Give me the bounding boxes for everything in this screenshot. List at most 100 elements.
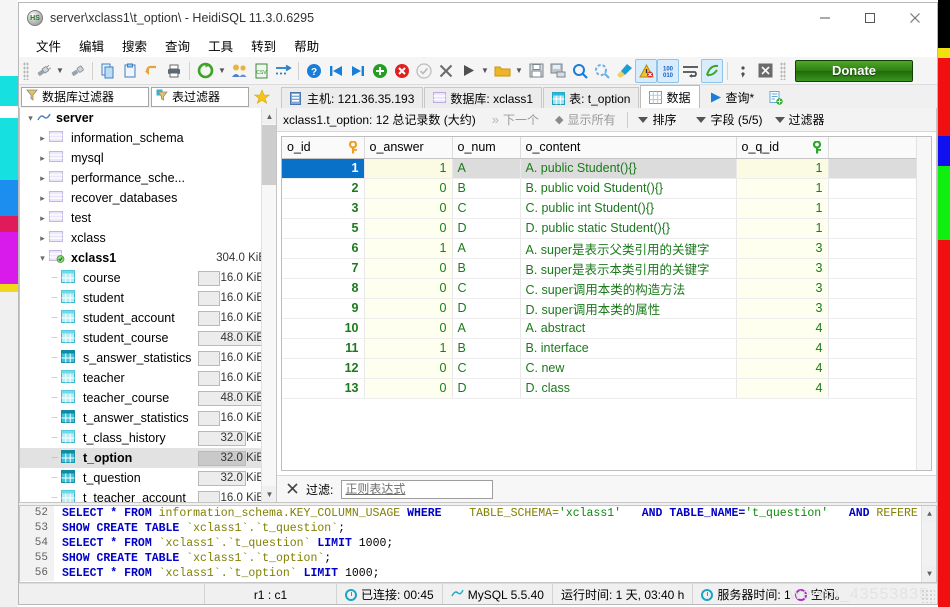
chevron-down-icon[interactable]: ▾ — [24, 113, 37, 124]
tree-item-performance_sche[interactable]: ▸ performance_sche... — [20, 168, 276, 188]
close-filter-icon[interactable] — [287, 482, 298, 497]
cell-o_answer[interactable]: 0 — [364, 258, 453, 279]
cell-o_content[interactable]: B. super是表示本类引用的关键字 — [520, 258, 737, 279]
column-header-o_q_id[interactable]: o_q_id — [736, 137, 829, 159]
tree-item-recover_databases[interactable]: ▸ recover_databases — [20, 188, 276, 208]
import-csv-icon[interactable]: CSV — [250, 59, 272, 83]
tab-data[interactable]: 数据 — [640, 85, 700, 108]
menu-help[interactable]: 帮助 — [285, 34, 328, 57]
execute-query-icon[interactable] — [457, 59, 479, 83]
cell-o_q_id[interactable]: 1 — [736, 218, 829, 239]
cell-o_id[interactable]: 9 — [282, 298, 365, 319]
undo-icon[interactable] — [141, 59, 163, 83]
table-row[interactable]: 1 1 A A. public Student(){} 1 — [282, 158, 931, 179]
table-row[interactable]: 7 0 B B. super是表示本类引用的关键字 3 — [282, 258, 931, 279]
cell-o_answer[interactable]: 0 — [364, 358, 453, 379]
execute-dropdown-icon[interactable]: ▼ — [479, 66, 491, 75]
table-row[interactable]: 10 0 A A. abstract 4 — [282, 318, 931, 339]
column-header-o_num[interactable]: o_num — [452, 137, 521, 159]
cell-o_answer[interactable]: 0 — [364, 298, 453, 319]
cell-o_num[interactable]: A — [452, 158, 521, 179]
open-file-icon[interactable] — [491, 59, 513, 83]
cell-o_answer[interactable]: 0 — [364, 378, 453, 399]
grid-vertical-scrollbar[interactable] — [916, 137, 931, 470]
next-page-button[interactable]: » 下一个 — [484, 111, 547, 128]
find-icon[interactable] — [569, 59, 591, 83]
chevron-right-icon[interactable]: ▸ — [36, 233, 49, 244]
tree-item-teacher_course[interactable]: ┈ teacher_course 48.0 KiB — [20, 388, 276, 408]
cell-o_q_id[interactable]: 3 — [736, 258, 829, 279]
favorites-star-icon[interactable] — [251, 86, 273, 107]
cell-o_id[interactable]: 10 — [282, 318, 365, 339]
cell-o_id[interactable]: 3 — [282, 198, 365, 219]
user-manager-icon[interactable] — [228, 59, 250, 83]
chevron-right-icon[interactable]: ▸ — [36, 213, 49, 224]
tab-query[interactable]: 查询* — [701, 87, 763, 108]
table-row[interactable]: 13 0 D D. class 4 — [282, 378, 931, 399]
cell-o_content[interactable]: B. public void Student(){} — [520, 178, 737, 199]
column-header-o_content[interactable]: o_content — [520, 137, 737, 159]
save-file-icon[interactable] — [525, 59, 547, 83]
cell-o_content[interactable]: B. interface — [520, 338, 737, 359]
cell-o_content[interactable]: D. class — [520, 378, 737, 399]
tree-item-xclass1[interactable]: ▾ xclass1 304.0 KiB — [20, 248, 276, 268]
tab-database[interactable]: 数据库: xclass1 — [424, 87, 543, 108]
apply-changes-icon[interactable] — [413, 59, 435, 83]
scroll-up-icon[interactable]: ▲ — [262, 108, 276, 124]
tree-item-t_class_history[interactable]: ┈ t_class_history 32.0 KiB — [20, 428, 276, 448]
close-tab-icon[interactable] — [754, 59, 776, 83]
scroll-down-icon[interactable]: ▼ — [922, 566, 936, 582]
cell-o_num[interactable]: C — [452, 198, 521, 219]
cell-o_answer[interactable]: 0 — [364, 198, 453, 219]
cell-o_num[interactable]: D — [452, 378, 521, 399]
tab-table[interactable]: 表: t_option — [543, 87, 640, 108]
sort-button[interactable]: 排序 — [632, 111, 690, 128]
session-manager-icon[interactable] — [32, 59, 54, 83]
cell-o_id[interactable]: 12 — [282, 358, 365, 379]
resize-grip[interactable] — [921, 589, 935, 603]
table-row[interactable]: 5 0 D D. public static Student(){} 1 — [282, 218, 931, 239]
table-filter-input[interactable]: 表过滤器 — [151, 86, 249, 107]
menu-query[interactable]: 查询 — [156, 34, 199, 57]
cell-o_id[interactable]: 6 — [282, 238, 365, 259]
cell-o_q_id[interactable]: 1 — [736, 158, 829, 179]
tree-item-mysql[interactable]: ▸ mysql — [20, 148, 276, 168]
show-all-button[interactable]: ◆ 显示所有 — [547, 111, 623, 128]
cancel-changes-icon[interactable] — [435, 59, 457, 83]
previous-row-icon[interactable] — [325, 59, 347, 83]
tree-item-student_course[interactable]: ┈ student_course 48.0 KiB — [20, 328, 276, 348]
clear-editor-icon[interactable] — [613, 59, 635, 83]
chevron-right-icon[interactable]: ▸ — [36, 173, 49, 184]
cell-o_num[interactable]: D — [452, 298, 521, 319]
toolbar-grip-2[interactable] — [780, 61, 786, 80]
cell-o_q_id[interactable]: 1 — [736, 178, 829, 199]
cell-o_answer[interactable]: 1 — [364, 158, 453, 179]
cell-o_num[interactable]: C — [452, 278, 521, 299]
cell-o_num[interactable]: A — [452, 318, 521, 339]
print-icon[interactable] — [163, 59, 185, 83]
scroll-up-icon[interactable]: ▲ — [922, 506, 936, 522]
disconnect-icon[interactable] — [66, 59, 88, 83]
tree-item-course[interactable]: ┈ course 16.0 KiB — [20, 268, 276, 288]
refresh-dropdown-icon[interactable]: ▼ — [216, 66, 228, 75]
stop-on-errors-icon[interactable] — [635, 58, 657, 83]
menu-edit[interactable]: 编辑 — [70, 34, 113, 57]
tab-host[interactable]: 主机: 121.36.35.193 — [281, 87, 424, 108]
tree-item-student[interactable]: ┈ student 16.0 KiB — [20, 288, 276, 308]
column-header-o_answer[interactable]: o_answer — [364, 137, 453, 159]
cell-o_id[interactable]: 8 — [282, 278, 365, 299]
cell-o_q_id[interactable]: 3 — [736, 238, 829, 259]
refresh-icon[interactable] — [194, 59, 216, 83]
cell-o_num[interactable]: B — [452, 258, 521, 279]
cell-o_content[interactable]: C. public int Student(){} — [520, 198, 737, 219]
cell-o_id[interactable]: 13 — [282, 378, 365, 399]
tree-scrollbar[interactable]: ▲ ▼ — [261, 108, 276, 502]
tree-root-server[interactable]: ▾ server — [20, 108, 276, 128]
cell-o_content[interactable]: D. public static Student(){} — [520, 218, 737, 239]
chevron-down-icon[interactable]: ▾ — [36, 253, 49, 264]
next-row-icon[interactable] — [347, 59, 369, 83]
database-filter-input[interactable]: 数据库过滤器 — [21, 86, 149, 107]
chevron-right-icon[interactable]: ▸ — [36, 153, 49, 164]
cell-o_content[interactable]: A. super是表示父类引用的关键字 — [520, 238, 737, 259]
paste-icon[interactable] — [119, 59, 141, 83]
